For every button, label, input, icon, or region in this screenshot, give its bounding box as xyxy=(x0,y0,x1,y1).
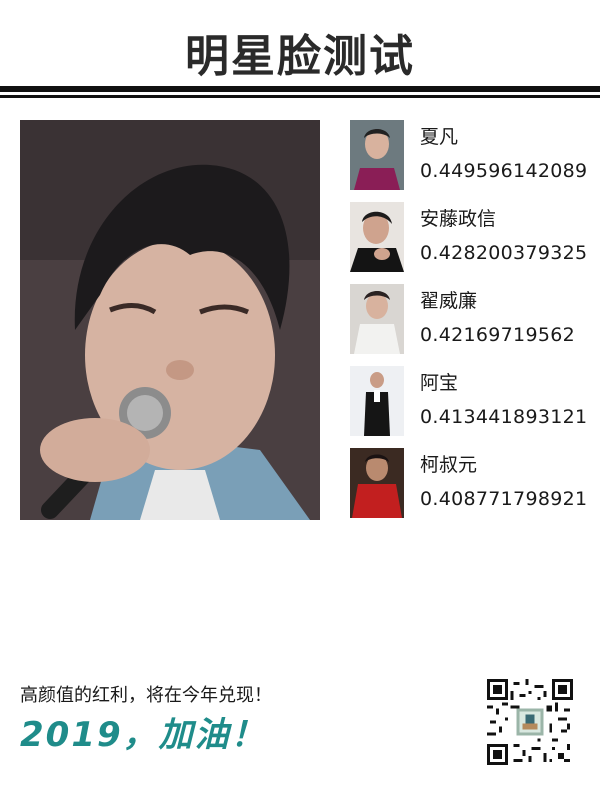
match-name-3: 翟威廉 xyxy=(420,290,478,312)
match-name-5: 柯叔元 xyxy=(420,454,478,476)
qr-code-icon xyxy=(487,679,573,765)
title-divider-thick xyxy=(0,86,600,92)
match-name-1: 夏凡 xyxy=(420,126,459,148)
match-score-1: 0.449596142089 xyxy=(420,160,588,182)
match-thumbnail-4 xyxy=(350,366,404,436)
uploaded-face-photo xyxy=(20,120,320,520)
match-item-5: 柯叔元 0.408771798921 xyxy=(350,448,590,520)
match-item-1: 夏凡 0.449596142089 xyxy=(350,120,590,192)
match-thumbnail-2 xyxy=(350,202,404,272)
page-title: 明星脸测试 xyxy=(185,31,415,82)
match-item-4: 阿宝 0.413441893121 xyxy=(350,366,590,438)
match-item-2: 安藤政信 0.428200379325 xyxy=(350,202,590,274)
uploaded-face-image xyxy=(20,120,320,520)
footer-slogan: 高颜值的红利，将在今年兑现！ xyxy=(20,685,272,706)
match-score-3: 0.42169719562 xyxy=(420,324,575,346)
match-thumbnail-1 xyxy=(350,120,404,190)
match-score-2: 0.428200379325 xyxy=(420,242,588,264)
match-name-2: 安藤政信 xyxy=(420,208,497,230)
match-score-4: 0.413441893121 xyxy=(420,406,588,428)
match-item-3: 翟威廉 0.42169719562 xyxy=(350,284,590,356)
match-name-4: 阿宝 xyxy=(420,372,459,394)
match-score-5: 0.408771798921 xyxy=(420,488,588,510)
match-thumbnail-3 xyxy=(350,284,404,354)
footer-cheer: 2019，加油！ xyxy=(20,715,267,755)
title-divider-thin xyxy=(0,95,600,98)
match-thumbnail-5 xyxy=(350,448,404,518)
